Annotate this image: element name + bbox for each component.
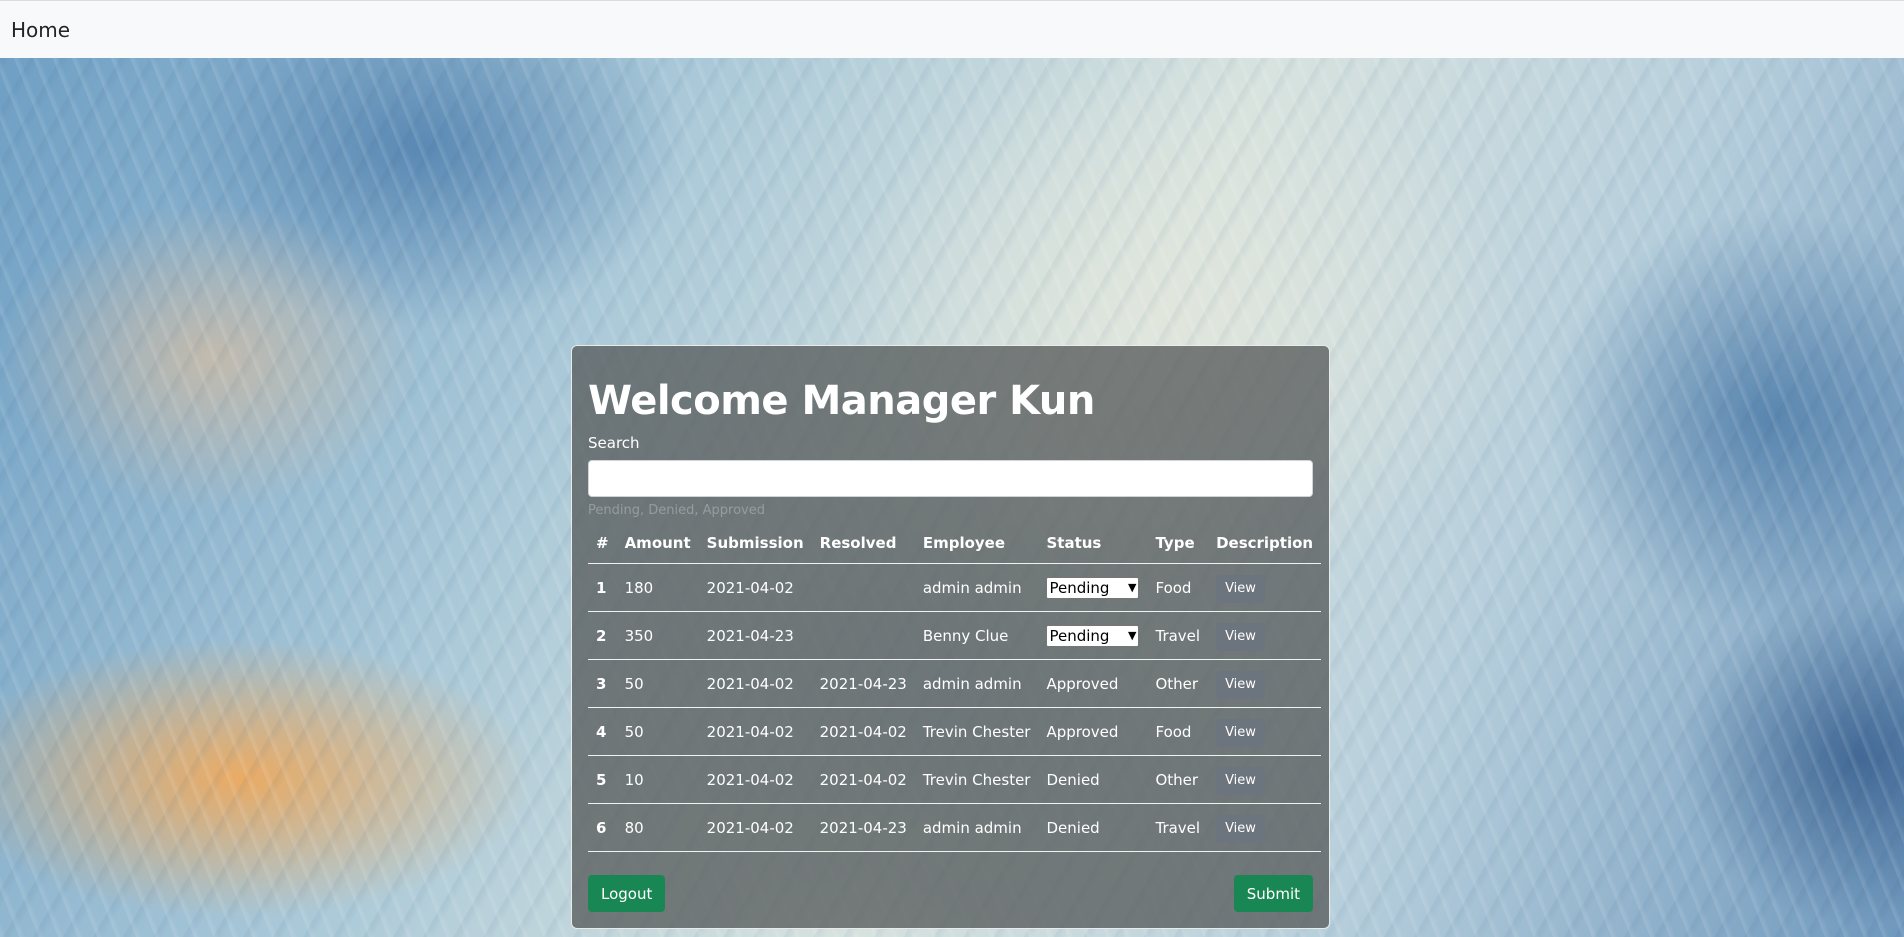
submission-cell: 2021-04-02 (698, 659, 812, 708)
header-employee: Employee (914, 523, 1039, 564)
view-button[interactable]: View (1216, 575, 1265, 603)
employee-cell: Trevin Chester (914, 707, 1039, 756)
table-row: 3 50 2021-04-02 2021-04-23 admin admin Approv… (588, 659, 1322, 708)
status-cell: Pending ▼ (1038, 611, 1148, 660)
amount-cell: 180 (616, 563, 699, 612)
resolved-cell: 2021-04-02 (811, 755, 915, 804)
table-row: 1 180 2021-04-02 admin admin Pending ▼ Food Vie… (588, 563, 1322, 612)
chevron-down-icon: ▼ (1128, 629, 1137, 642)
footer-actions: Logout Submit (588, 875, 1313, 912)
home-link[interactable]: Home (11, 18, 70, 42)
employee-cell: admin admin (914, 659, 1039, 708)
resolved-cell: 2021-04-23 (811, 659, 915, 708)
description-cell: View (1208, 611, 1322, 660)
header-number: # (588, 523, 617, 564)
table-header-row: # Amount Submission Resolved Employee St… (588, 523, 1322, 564)
submission-cell: 2021-04-02 (698, 563, 812, 612)
row-number: 1 (588, 563, 617, 612)
view-button[interactable]: View (1216, 623, 1265, 651)
status-select[interactable]: Pending ▼ (1046, 624, 1140, 647)
navbar: Home (0, 0, 1904, 58)
type-cell: Travel (1147, 611, 1209, 660)
type-cell: Other (1147, 755, 1209, 804)
amount-cell: 50 (616, 659, 699, 708)
header-amount: Amount (616, 523, 699, 564)
row-number: 5 (588, 755, 617, 804)
employee-cell: Trevin Chester (914, 755, 1039, 804)
table-row: 2 350 2021-04-23 Benny Clue Pending ▼ Travel Vi… (588, 611, 1322, 660)
view-button[interactable]: View (1216, 767, 1265, 795)
amount-cell: 80 (616, 803, 699, 852)
submit-button[interactable]: Submit (1233, 875, 1313, 912)
resolved-cell: 2021-04-02 (811, 707, 915, 756)
submission-cell: 2021-04-02 (698, 707, 812, 756)
employee-cell: admin admin (914, 803, 1039, 852)
description-cell: View (1208, 563, 1322, 612)
manager-panel: Welcome Manager Kun Search Pending, Deni… (571, 345, 1330, 929)
employee-cell: Benny Clue (914, 611, 1039, 660)
amount-cell: 50 (616, 707, 699, 756)
header-submission: Submission (698, 523, 812, 564)
chevron-down-icon: ▼ (1128, 581, 1137, 594)
page-title: Welcome Manager Kun (588, 378, 1095, 424)
row-number: 6 (588, 803, 617, 852)
resolved-cell: 2021-04-23 (811, 803, 915, 852)
submission-cell: 2021-04-23 (698, 611, 812, 660)
status-select-value: Pending (1049, 626, 1110, 645)
table-body: 1 180 2021-04-02 admin admin Pending ▼ Food Vie… (588, 563, 1322, 852)
status-cell: Approved (1038, 707, 1148, 756)
employee-cell: admin admin (914, 563, 1039, 612)
description-cell: View (1208, 707, 1322, 756)
type-cell: Food (1147, 563, 1209, 612)
type-cell: Food (1147, 707, 1209, 756)
type-cell: Travel (1147, 803, 1209, 852)
submission-cell: 2021-04-02 (698, 803, 812, 852)
status-cell: Pending ▼ (1038, 563, 1148, 612)
table-row: 4 50 2021-04-02 2021-04-02 Trevin Chester App… (588, 707, 1322, 756)
description-cell: View (1208, 755, 1322, 804)
description-cell: View (1208, 659, 1322, 708)
logout-button[interactable]: Logout (588, 875, 666, 912)
type-cell: Other (1147, 659, 1209, 708)
row-number: 3 (588, 659, 617, 708)
row-number: 2 (588, 611, 617, 660)
reimbursement-table: # Amount Submission Resolved Employee St… (588, 523, 1322, 852)
status-select-value: Pending (1049, 578, 1110, 597)
table-row: 6 80 2021-04-02 2021-04-23 admin admin Denied… (588, 803, 1322, 852)
status-cell: Denied (1038, 755, 1148, 804)
resolved-cell (811, 563, 915, 612)
table-row: 5 10 2021-04-02 2021-04-02 Trevin Chester Den… (588, 755, 1322, 804)
submission-cell: 2021-04-02 (698, 755, 812, 804)
header-status: Status (1038, 523, 1148, 564)
header-type: Type (1147, 523, 1209, 564)
status-cell: Denied (1038, 803, 1148, 852)
status-cell: Approved (1038, 659, 1148, 708)
search-input[interactable] (588, 460, 1313, 497)
status-select[interactable]: Pending ▼ (1046, 576, 1140, 599)
header-resolved: Resolved (811, 523, 915, 564)
row-number: 4 (588, 707, 617, 756)
search-label: Search (588, 434, 640, 452)
resolved-cell (811, 611, 915, 660)
header-description: Description (1208, 523, 1322, 564)
amount-cell: 350 (616, 611, 699, 660)
view-button[interactable]: View (1216, 815, 1265, 843)
view-button[interactable]: View (1216, 719, 1265, 747)
search-hint: Pending, Denied, Approved (588, 503, 765, 518)
view-button[interactable]: View (1216, 671, 1265, 699)
amount-cell: 10 (616, 755, 699, 804)
description-cell: View (1208, 803, 1322, 852)
